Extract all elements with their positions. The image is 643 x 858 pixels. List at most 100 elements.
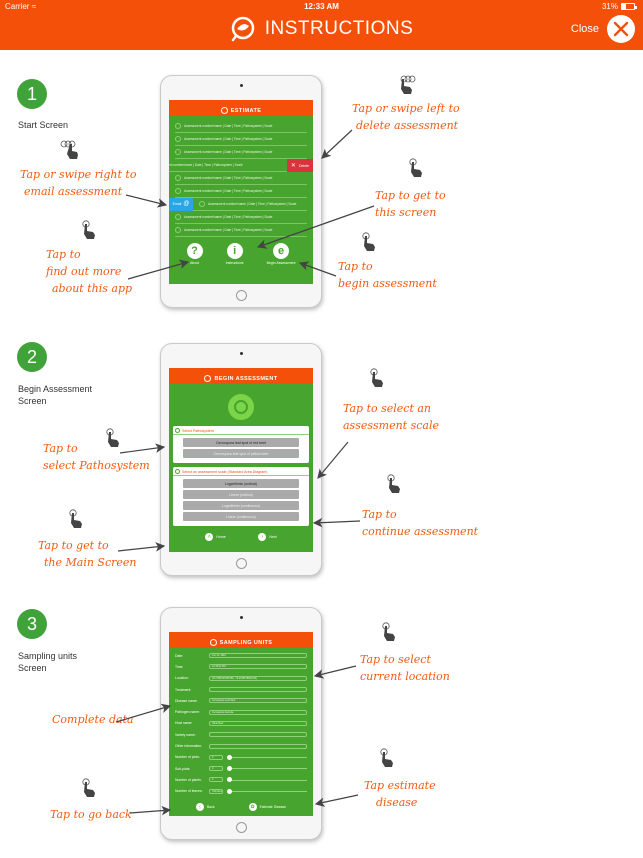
variety-name-field[interactable] — [209, 732, 307, 738]
note-line: find out more — [46, 265, 122, 278]
assessment-row-swiped-left[interactable]: nt number/name | Date | Time | Pathosyst… — [169, 159, 313, 172]
assessment-row[interactable]: Assessment number/name | Date | Time | P… — [175, 133, 307, 146]
note-scale: Tap to select an assessment scale — [343, 400, 439, 434]
delete-label: Delete — [298, 163, 310, 168]
step-3-badge: 3 — [17, 609, 47, 639]
field-label: Variety name: — [175, 732, 196, 737]
subplots-field[interactable]: 0 — [209, 766, 223, 772]
step-2-label: Begin Assessment Screen — [18, 384, 93, 406]
sampling-units-title: SAMPLING UNITS — [169, 637, 313, 648]
scale-option[interactable]: Linear (ordinal) — [183, 490, 299, 499]
note-begin: Tap to begin assessment — [338, 258, 437, 292]
form-row-plots: Number of plots: 0 — [169, 752, 313, 763]
tap-hand-icon — [380, 748, 393, 767]
note-swipe-right: Tap or swipe right to email assessment — [20, 166, 136, 200]
note-get-here: Tap to get to this screen — [375, 187, 446, 221]
leaf-icon — [175, 227, 181, 233]
leaf-icon — [175, 136, 181, 142]
note-line: this screen — [375, 206, 437, 219]
assessment-row[interactable]: Assessment number/name | Date | Time | P… — [175, 211, 307, 224]
host-name-field[interactable]: Table Beet — [209, 720, 307, 726]
begin-assessment-title-text: BEGIN ASSESSMENT — [214, 375, 278, 382]
pathosystem-option[interactable]: Cercospora leaf spot of yellow beet — [183, 449, 299, 458]
main-actions: ? About i Instructions e Begin Assessment — [169, 237, 313, 269]
begin-assessment-label: Begin Assessment — [266, 261, 296, 265]
location-field[interactable]: (43.7695123456789, -76.2345678901234) — [209, 675, 307, 681]
note-line: Tap to get to — [38, 539, 109, 552]
assessment-row[interactable]: Assessment number/name | Date | Time | P… — [175, 172, 307, 185]
at-icon: @ — [183, 201, 190, 207]
tap-hand-icon — [82, 220, 95, 239]
plots-slider[interactable] — [227, 755, 307, 759]
pathogen-name-field[interactable]: Cercospora beticola — [209, 709, 307, 715]
field-label: Number of leaves: — [175, 789, 203, 794]
leaf-icon — [199, 201, 205, 207]
next-label: Next — [269, 535, 277, 539]
next-button[interactable]: › Next — [258, 533, 277, 541]
leaf-icon — [175, 214, 181, 220]
instructions-page: Carrier ≈ 12:33 AM 31% INSTRUCTIONS Clos… — [0, 0, 643, 858]
note-swipe-left: Tap or swipe left to delete assessment — [352, 100, 460, 134]
camera-dot — [239, 616, 243, 619]
assessment-row[interactable]: Assessment number/name | Date | Time | P… — [175, 224, 307, 237]
leaf-icon — [175, 175, 181, 181]
delete-button[interactable]: ✕ Delete — [287, 159, 313, 172]
instructions-button[interactable]: i Instructions — [226, 243, 244, 265]
plants-field[interactable]: 0 — [209, 777, 223, 783]
assessment-row[interactable]: Assessment number/name | Date | Time | P… — [175, 185, 307, 198]
date-field[interactable]: Jun 14, 2016 — [209, 653, 307, 659]
back-button[interactable]: ‹ Back — [196, 802, 215, 811]
treatment-field[interactable] — [209, 687, 307, 693]
note-line: continue assessment — [362, 525, 479, 538]
email-button[interactable]: Email @ — [169, 197, 193, 211]
close-button[interactable]: Close — [571, 15, 635, 43]
scale-title-text: Select an assessment scale (Standard Are… — [182, 469, 268, 474]
note-line: Tap to — [338, 260, 373, 273]
assessment-row[interactable]: Assessment number/name | Date | Time | P… — [175, 120, 307, 133]
note-line: Tap to select an — [343, 402, 432, 415]
plots-field[interactable]: 0 — [209, 754, 223, 760]
begin-assessment-screen: BEGIN ASSESSMENT Select Pathosystem Cerc… — [169, 368, 313, 552]
scale-title: Select an assessment scale (Standard Are… — [173, 469, 309, 476]
note-line: assessment scale — [343, 419, 439, 432]
pathosystem-option[interactable]: Cercospora leaf spot of red beet — [183, 438, 299, 447]
begin-assessment-button[interactable]: e Begin Assessment — [266, 243, 296, 265]
battery-percent: 31% — [601, 2, 618, 11]
leaf-icon — [175, 123, 181, 129]
arrow — [321, 129, 353, 159]
disease-name-field[interactable]: Cercospora Leaf Spot — [209, 698, 307, 704]
instructions-label: Instructions — [225, 261, 244, 265]
note-line: Tap to — [362, 508, 397, 521]
field-label: Number of plants: — [175, 777, 202, 782]
scale-option[interactable]: Linear (continuous) — [183, 512, 299, 521]
row-text: Assessment number/name | Date | Time | P… — [184, 215, 273, 219]
form-row-variety: Variety name: — [169, 729, 313, 740]
home-button[interactable]: ˄ Home — [205, 533, 226, 541]
pathosystem-card: Select Pathosystem Cercospora leaf spot … — [173, 426, 309, 463]
note-location: Tap to select current location — [360, 651, 450, 685]
about-button[interactable]: ? About — [186, 243, 203, 265]
leaves-field[interactable]: Unlimited — [209, 788, 223, 794]
time-field[interactable]: 12:33:02 PM — [209, 664, 307, 670]
subplots-slider[interactable] — [227, 767, 307, 770]
estimate-disease-button[interactable]: ✿ Estimate Disease — [248, 802, 286, 811]
other-information-field[interactable] — [209, 743, 307, 749]
assessment-row-swiped-right[interactable]: Email @ Assessment number/name | Date | T… — [169, 197, 307, 211]
plants-slider[interactable] — [227, 778, 307, 782]
battery-indicator: 31% — [601, 2, 637, 11]
scale-option[interactable]: Logarithmic (continuous) — [183, 501, 299, 510]
close-x-icon — [607, 15, 635, 43]
assessment-row[interactable]: Assessment number/name | Date | Time | P… — [175, 146, 307, 159]
leaves-slider[interactable] — [227, 789, 307, 793]
scale-option[interactable]: Logarithmic (ordinal) — [183, 479, 299, 488]
note-about: Tap to find out more about this app — [46, 246, 132, 297]
pathosystem-title: Select Pathosystem — [173, 428, 309, 435]
tap-hand-icon — [69, 509, 82, 528]
page-title: INSTRUCTIONS — [0, 16, 643, 42]
note-line: the Main Screen — [44, 556, 137, 569]
note-line: Tap to — [43, 442, 78, 455]
page-title-text: INSTRUCTIONS — [264, 18, 414, 39]
arrow — [314, 794, 359, 807]
row-text: nt number/name | Date | Time | Pathosyst… — [169, 163, 243, 167]
field-label: Treatment: — [175, 687, 192, 692]
